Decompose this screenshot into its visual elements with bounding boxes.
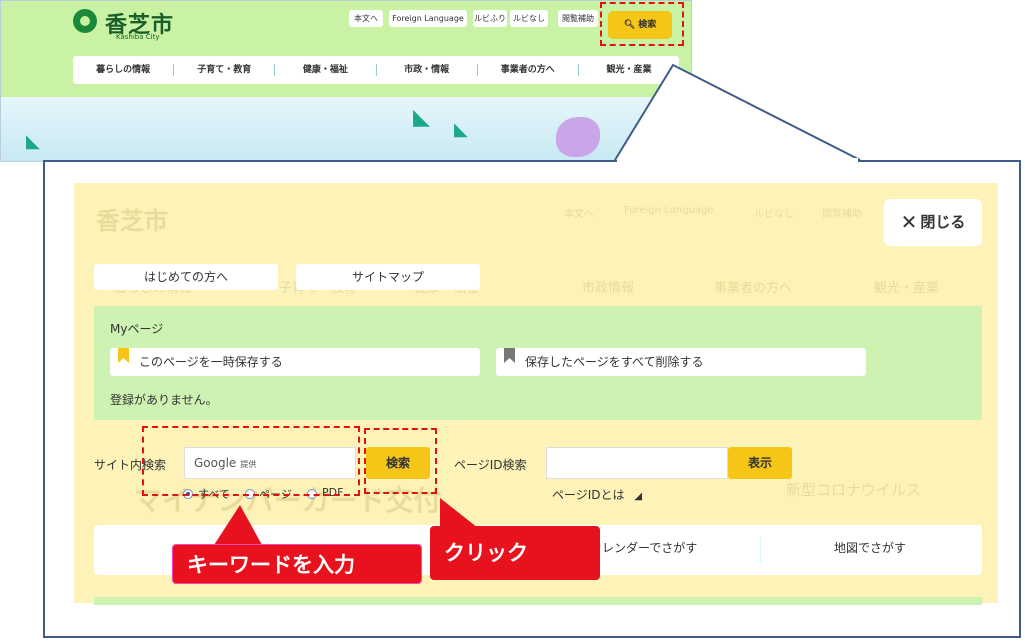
click-callout: クリック [430, 526, 600, 580]
keyword-callout: キーワードを入力 [172, 544, 422, 584]
